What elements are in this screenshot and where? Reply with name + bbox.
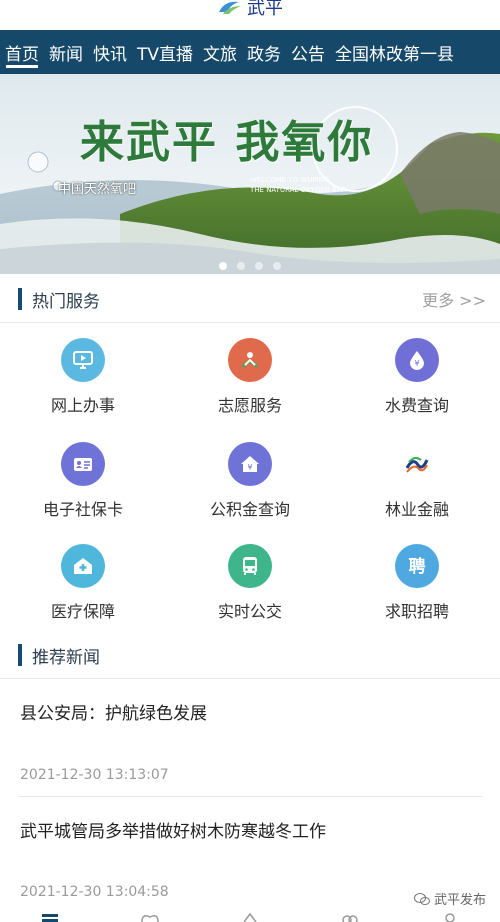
app-title: 武平	[247, 0, 283, 19]
wechat-icon	[413, 892, 430, 905]
nav-item-flash[interactable]: 快讯	[88, 30, 132, 74]
source-watermark: 武平发布	[413, 889, 486, 908]
channel-nav: 首页 新闻 快讯 TV直播 文旅 政务 公告 全国林改第一县	[0, 30, 500, 74]
medical-icon	[61, 544, 105, 588]
service-label: 求职招聘	[384, 602, 449, 621]
news-item[interactable]: 县公安局：护航绿色发展 2021-12-30 13:13:07	[0, 679, 500, 796]
more-services-link[interactable]: 更多 >>	[422, 287, 486, 311]
news-title[interactable]: 武平城管局多举措做好树木防寒越冬工作	[20, 817, 326, 842]
nav-item-culture-tourism[interactable]: 文旅	[198, 30, 242, 74]
hot-services-title: 热门服务	[32, 291, 100, 312]
service-water-bill[interactable]: ¥ 水费查询	[334, 338, 500, 438]
news-timestamp: 2021-12-30 13:04:58	[20, 884, 169, 900]
service-label: 水费查询	[384, 396, 449, 415]
banner-english-line1: WELCOME TO WUPING,	[250, 176, 332, 184]
banner-tagline: 中国天然氧吧	[58, 182, 137, 197]
recommended-news-header: 推荐新闻	[0, 632, 500, 678]
service-forestry-finance[interactable]: 林业金融	[334, 442, 500, 542]
service-online-affairs[interactable]: 网上办事	[0, 338, 166, 438]
service-label: 林业金融	[384, 500, 449, 519]
app-logo: 武平	[217, 0, 283, 20]
service-label: 医疗保障	[50, 602, 115, 621]
job-icon: 聘	[395, 544, 439, 588]
carousel-dot[interactable]	[255, 262, 263, 270]
service-social-security-card[interactable]: 电子社保卡	[0, 442, 166, 542]
service-label: 公积金查询	[209, 500, 290, 519]
banner-carousel[interactable]: 来武平 我氧你 中国天然氧吧 WELCOME TO WUPING, THE NA…	[0, 74, 500, 274]
banner-image	[0, 74, 500, 274]
svg-text:¥: ¥	[247, 463, 252, 472]
carousel-dot[interactable]	[219, 262, 227, 270]
banner-english-line2: THE NATURAL OXYGEN BAR	[250, 186, 347, 194]
water-drop-icon: ¥	[395, 338, 439, 382]
service-label: 志愿服务	[217, 396, 282, 415]
id-card-icon	[61, 442, 105, 486]
divider	[0, 322, 500, 323]
monitor-icon	[61, 338, 105, 382]
tab-service-icon[interactable]	[336, 910, 364, 922]
carousel-dot[interactable]	[237, 262, 245, 270]
nav-item-forest-reform[interactable]: 全国林改第一县	[330, 30, 459, 74]
nav-item-news[interactable]: 新闻	[44, 30, 88, 74]
service-label: 网上办事	[50, 396, 115, 415]
service-job-recruitment[interactable]: 聘 求职招聘	[334, 544, 500, 644]
news-title[interactable]: 县公安局：护航绿色发展	[20, 699, 207, 724]
tab-heart-icon[interactable]	[136, 910, 164, 922]
nav-item-tv-live[interactable]: TV直播	[132, 30, 198, 74]
bottom-tab-bar	[0, 910, 500, 922]
service-medical-insurance[interactable]: 医疗保障	[0, 544, 166, 644]
recommended-news-title: 推荐新闻	[32, 647, 100, 668]
service-realtime-bus[interactable]: 实时公交	[167, 544, 333, 644]
volunteer-icon	[228, 338, 272, 382]
service-housing-fund[interactable]: ¥ 公积金查询	[167, 442, 333, 542]
watermark-text: 武平发布	[433, 893, 486, 908]
service-label: 电子社保卡	[42, 500, 123, 519]
house-fund-icon: ¥	[228, 442, 272, 486]
svg-text:聘: 聘	[409, 556, 426, 577]
service-label: 实时公交	[217, 602, 282, 621]
tab-home-icon[interactable]	[36, 910, 64, 922]
tab-profile-icon[interactable]	[436, 910, 464, 922]
carousel-dot[interactable]	[273, 262, 281, 270]
app-header: 武平	[0, 0, 500, 30]
svg-text:¥: ¥	[414, 359, 419, 368]
hot-services-header: 热门服务 更多 >>	[0, 276, 500, 322]
service-volunteer[interactable]: 志愿服务	[167, 338, 333, 438]
nav-item-announcement[interactable]: 公告	[286, 30, 330, 74]
section-accent-bar	[18, 644, 22, 666]
nav-item-home[interactable]: 首页	[0, 30, 44, 74]
carousel-dots	[0, 262, 500, 270]
bus-icon	[228, 544, 272, 588]
news-timestamp: 2021-12-30 13:13:07	[20, 767, 169, 783]
nav-item-government[interactable]: 政务	[242, 30, 286, 74]
tab-discover-icon[interactable]	[236, 910, 264, 922]
banner-headline: 来武平 我氧你	[80, 117, 374, 168]
logo-icon	[219, 1, 241, 14]
forestry-finance-icon	[395, 442, 439, 486]
section-accent-bar	[18, 288, 22, 310]
